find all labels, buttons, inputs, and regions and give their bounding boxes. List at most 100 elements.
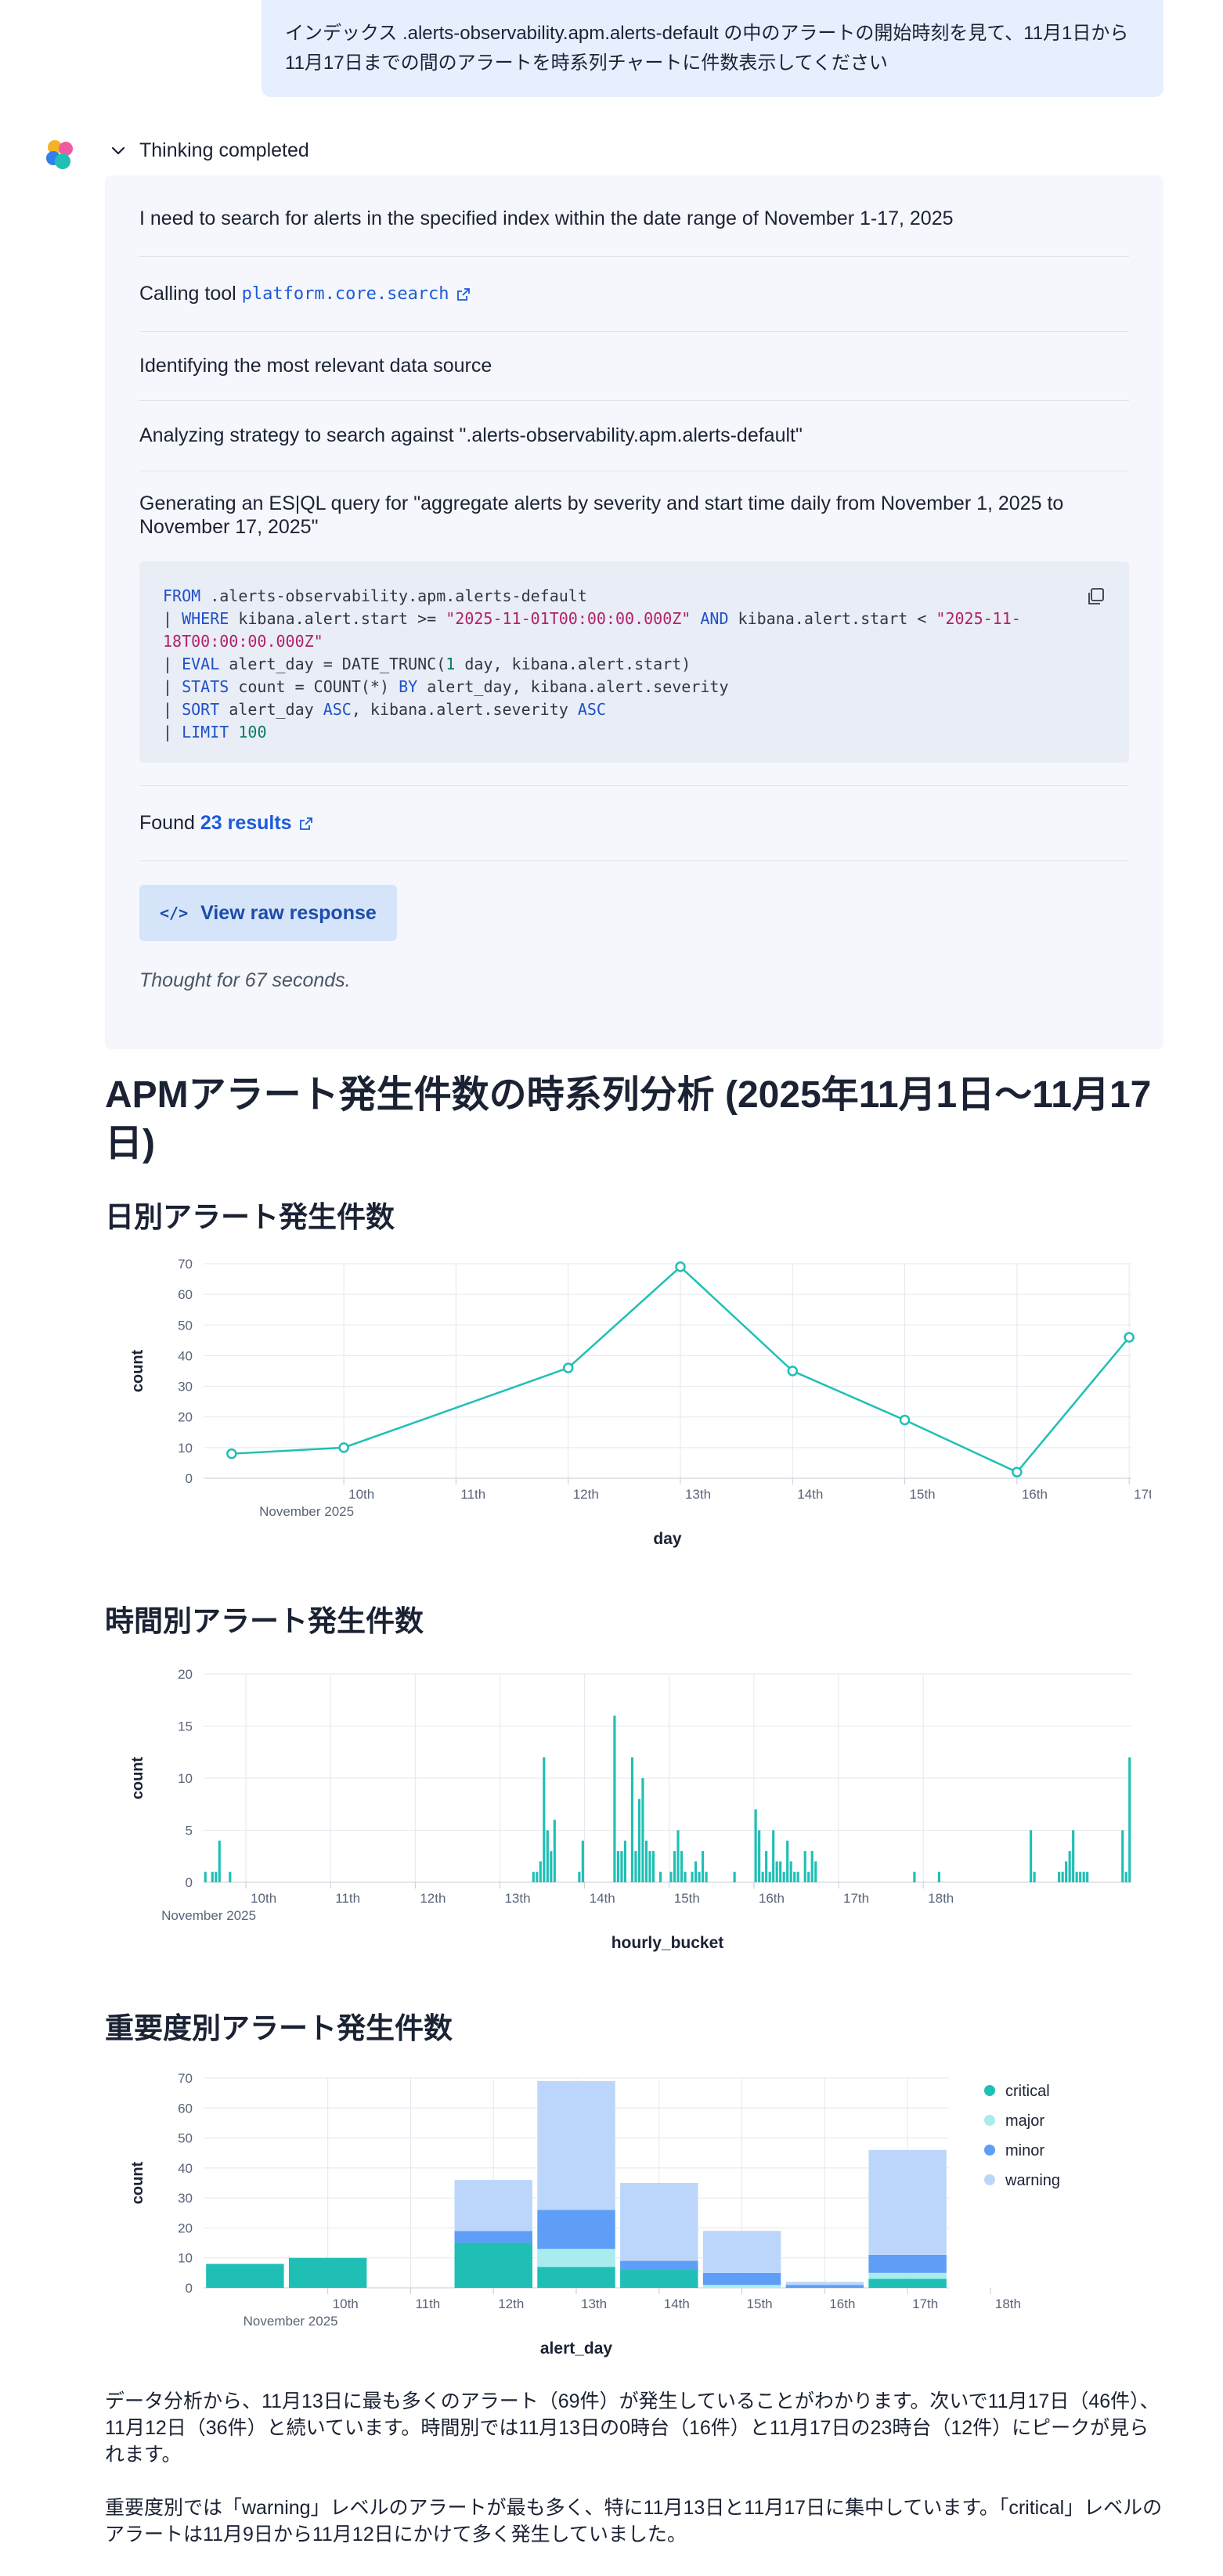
y-axis-title: count: [129, 1349, 146, 1392]
y-tick-label: 30: [178, 1380, 193, 1394]
thinking-step: Calling tool platform.core.search: [139, 257, 1129, 332]
bar-segment-major: [537, 2249, 615, 2268]
y-tick-label: 0: [186, 1471, 193, 1486]
hourly-bar: [1075, 1871, 1078, 1882]
hourly-bar: [1128, 1757, 1131, 1882]
thinking-step-text: Analyzing strategy to search against ".a…: [139, 424, 803, 446]
x-sub-label: November 2025: [259, 1504, 354, 1519]
hourly-bar: [1065, 1861, 1068, 1882]
x-tick-label: 10th: [348, 1487, 374, 1502]
bar-segment-critical: [288, 2257, 367, 2288]
hourly-bar: [913, 1871, 916, 1882]
hourly-bar: [651, 1851, 655, 1882]
x-tick-label: 16th: [829, 2296, 855, 2311]
thinking-toggle-label: Thinking completed: [139, 139, 309, 161]
legend-swatch-critical: [984, 2085, 995, 2096]
hourly-bar: [648, 1851, 651, 1882]
hourly-bar: [669, 1871, 673, 1882]
hourly-bar: [676, 1830, 680, 1882]
y-tick-label: 70: [178, 1257, 193, 1272]
hourly-bar: [543, 1757, 546, 1882]
hourly-bar: [581, 1840, 584, 1882]
hourly-bar: [623, 1840, 627, 1882]
y-tick-label: 20: [178, 1410, 193, 1425]
hourly-bar: [634, 1851, 637, 1882]
y-tick-label: 15: [178, 1719, 193, 1734]
tool-name-link[interactable]: platform.core.search: [242, 284, 449, 304]
hourly-bar: [553, 1820, 556, 1882]
hourly-bar: [536, 1871, 539, 1882]
hourly-bar: [754, 1809, 757, 1882]
x-tick-label: 15th: [747, 2296, 773, 2311]
hourly-bar: [539, 1861, 542, 1882]
chevron-down-icon: [111, 146, 125, 155]
data-point: [1124, 1332, 1135, 1343]
esql-code-block: FROM .alerts-observability.apm.alerts-de…: [139, 561, 1129, 763]
hourly-bar: [620, 1851, 623, 1882]
code-icon: </>: [160, 904, 189, 922]
y-tick-label: 30: [178, 2191, 193, 2206]
thinking-panel: I need to search for alerts in the speci…: [105, 175, 1163, 1049]
data-point: [787, 1366, 799, 1376]
legend-swatch-warning: [984, 2174, 995, 2185]
bar-segment-critical: [206, 2264, 284, 2288]
y-axis-title: count: [129, 2161, 146, 2204]
bar-segment-warning: [868, 2149, 947, 2255]
hourly-bar: [637, 1799, 641, 1882]
hourly-bar: [803, 1851, 806, 1882]
copy-icon[interactable]: [1085, 586, 1106, 607]
x-tick-label: 12th: [420, 1891, 446, 1906]
x-tick-label: 11th: [335, 1891, 360, 1906]
bar-segment-warning: [454, 2180, 532, 2231]
x-tick-label: 10th: [251, 1891, 276, 1906]
bar-segment-warning: [537, 2080, 615, 2210]
x-tick-label: 16th: [1022, 1487, 1048, 1502]
hourly-bar: [779, 1861, 782, 1882]
bar-segment-minor: [537, 2210, 615, 2249]
data-point: [562, 1362, 574, 1373]
hourly-bar: [789, 1861, 792, 1882]
y-tick-label: 10: [178, 2251, 193, 2266]
section-title-daily: 日別アラート発生件数: [105, 1201, 395, 1233]
x-tick-label: 13th: [581, 2296, 607, 2311]
report-title: APMアラート発生件数の時系列分析 (2025年11月1日〜11月17日): [105, 1074, 1152, 1164]
y-tick-label: 50: [178, 2131, 193, 2146]
hourly-bar: [793, 1871, 796, 1882]
y-tick-label: 60: [178, 2101, 193, 2116]
hourly-bar: [701, 1851, 705, 1882]
hourly-bar: [1072, 1830, 1075, 1882]
data-point: [1012, 1467, 1023, 1477]
external-link-icon[interactable]: [298, 816, 314, 832]
x-sub-label: November 2025: [244, 2314, 338, 2329]
y-tick-label: 60: [178, 1287, 193, 1302]
x-axis-title: day: [653, 1530, 682, 1548]
hourly-bar: [1061, 1871, 1064, 1882]
data-point: [675, 1261, 686, 1272]
analysis-paragraph-1: データ分析から、11月13日に最も多くのアラート（69件）が発生していることがわ…: [105, 2390, 1160, 2466]
data-point: [338, 1442, 349, 1453]
y-tick-label: 20: [178, 2221, 193, 2235]
view-raw-response-button[interactable]: </> View raw response: [139, 885, 397, 941]
thinking-step-text: Generating an ES|QL query for "aggregate…: [139, 492, 1064, 538]
legend-swatch-major: [984, 2115, 995, 2126]
x-tick-label: 15th: [674, 1891, 700, 1906]
thinking-step: Identifying the most relevant data sourc…: [139, 332, 1129, 401]
external-link-icon[interactable]: [456, 287, 471, 302]
thinking-step: I need to search for alerts in the speci…: [139, 175, 1129, 257]
hourly-bar: [229, 1871, 232, 1882]
bar-segment-warning: [702, 2231, 781, 2273]
thinking-toggle[interactable]: Thinking completed: [110, 135, 309, 166]
x-tick-label: 17th: [912, 2296, 938, 2311]
hourly-bar: [641, 1778, 644, 1882]
legend-label-major: major: [1005, 2112, 1044, 2130]
hourly-bar: [550, 1851, 553, 1882]
results-link[interactable]: 23 results: [200, 812, 292, 835]
thinking-step-text: Identifying the most relevant data sourc…: [139, 355, 492, 377]
x-tick-label: 14th: [590, 1891, 615, 1906]
data-point: [226, 1448, 237, 1459]
section-title-severity: 重要度別アラート発生件数: [105, 2012, 453, 2044]
hourly-bar: [786, 1840, 789, 1882]
bar-segment-minor: [454, 2231, 532, 2243]
daily-line-chart: 0 10 20 30 40 50 60 70 10th November 2025 11th 12th…: [129, 1257, 1151, 1548]
hourly-bar: [1033, 1871, 1036, 1882]
